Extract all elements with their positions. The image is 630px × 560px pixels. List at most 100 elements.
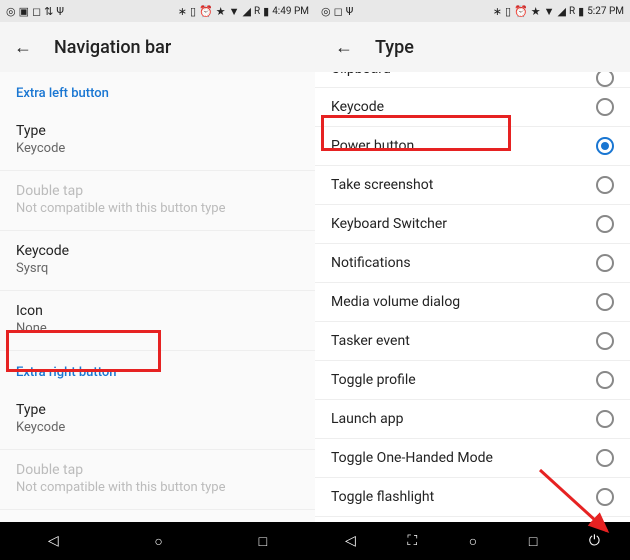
clock-label: 4:49 PM: [272, 6, 309, 17]
sync-icon: ⇅: [44, 6, 53, 17]
row-type-sub: Keycode: [16, 141, 299, 156]
option-label: Keycode: [331, 99, 384, 115]
row-doubletap2-title: Double tap: [16, 462, 299, 478]
option-row[interactable]: Media volume dialog: [315, 283, 630, 322]
nav-bar: ◁ ○ □: [0, 522, 315, 560]
row-keycode2[interactable]: Keycode Power: [0, 510, 315, 522]
signal-icon: ◢: [557, 6, 565, 17]
radio-icon[interactable]: [596, 72, 614, 87]
radio-icon[interactable]: [596, 410, 614, 428]
option-label: Keyboard Switcher: [331, 216, 447, 232]
radio-icon[interactable]: [596, 137, 614, 155]
option-row[interactable]: Notifications: [315, 244, 630, 283]
option-row[interactable]: Toggle One-Handed Mode: [315, 439, 630, 478]
option-row[interactable]: Keyboard Switcher: [315, 205, 630, 244]
clock-label: 5:27 PM: [587, 6, 624, 17]
wifi-icon: ▼: [229, 6, 240, 17]
row-keycode[interactable]: Keycode Sysrq: [0, 231, 315, 291]
row-doubletap-title: Double tap: [16, 183, 299, 199]
content[interactable]: Clipboard Keycode Power button Take screens…: [315, 72, 630, 522]
option-row[interactable]: Toggle profile: [315, 361, 630, 400]
content[interactable]: Extra left button Type Keycode Double ta…: [0, 72, 315, 522]
screen-right: ◎ ◻ Ψ ∗ ▯ ⏰ ★ ▼ ◢ R ▮ 5:27 PM ← Type Cli…: [315, 0, 630, 560]
section-extra-right: Extra right button: [0, 351, 315, 390]
vibrate-icon: ▯: [505, 6, 511, 17]
row-type2-sub: Keycode: [16, 420, 299, 435]
target-icon: ◎: [321, 6, 331, 17]
radio-icon[interactable]: [596, 293, 614, 311]
radio-icon[interactable]: [596, 176, 614, 194]
page-title: Navigation bar: [54, 37, 171, 58]
cloud-icon: ◻: [32, 6, 41, 17]
star-icon: ★: [531, 6, 541, 17]
nav-home-icon[interactable]: ○: [154, 533, 162, 550]
option-row[interactable]: Toggle flashlight: [315, 478, 630, 517]
nav-home-icon[interactable]: ○: [469, 533, 477, 550]
option-label: Media volume dialog: [331, 294, 460, 310]
option-label: Notifications: [331, 255, 411, 271]
option-label: Power button: [331, 138, 414, 154]
back-icon[interactable]: ←: [335, 37, 353, 58]
signal-icon: ◢: [242, 6, 250, 17]
battery-icon: ▮: [578, 6, 584, 17]
image-icon: ▣: [19, 6, 29, 17]
battery-icon: ▮: [263, 6, 269, 17]
status-right: ∗ ▯ ⏰ ★ ▼ ◢ R ▮ 4:49 PM: [178, 6, 309, 17]
cloud-icon: ◻: [334, 6, 343, 17]
status-right: ∗ ▯ ⏰ ★ ▼ ◢ R ▮ 5:27 PM: [493, 6, 624, 17]
network-label: R: [254, 6, 260, 17]
screen-left: ◎ ▣ ◻ ⇅ Ψ ∗ ▯ ⏰ ★ ▼ ◢ R ▮ 4:49 PM ← Navi…: [0, 0, 315, 560]
status-bar: ◎ ▣ ◻ ⇅ Ψ ∗ ▯ ⏰ ★ ▼ ◢ R ▮ 4:49 PM: [0, 0, 315, 22]
nav-back-icon[interactable]: ◁: [345, 533, 356, 549]
nav-recent-icon[interactable]: □: [529, 533, 537, 550]
status-left: ◎ ◻ Ψ: [321, 6, 353, 17]
option-row[interactable]: Clipboard: [315, 72, 630, 88]
nav-recent-icon[interactable]: □: [259, 533, 267, 550]
radio-icon[interactable]: [596, 215, 614, 233]
radio-icon[interactable]: [596, 254, 614, 272]
nav-power-icon[interactable]: ⏻: [589, 533, 600, 549]
row-doubletap2-sub: Not compatible with this button type: [16, 480, 299, 495]
row-type2[interactable]: Type Keycode: [0, 390, 315, 450]
option-label: Toggle One-Handed Mode: [331, 450, 493, 466]
option-label: Tasker event: [331, 333, 410, 349]
back-icon[interactable]: ←: [14, 37, 32, 58]
option-label: Clipboard: [331, 72, 391, 77]
usb-icon: Ψ: [346, 6, 354, 17]
radio-icon[interactable]: [596, 371, 614, 389]
star-icon: ★: [216, 6, 226, 17]
option-row[interactable]: Tasker event: [315, 322, 630, 361]
usb-icon: Ψ: [56, 6, 64, 17]
row-icon-sub: None: [16, 321, 299, 336]
nav-back-icon[interactable]: ◁: [48, 533, 59, 549]
row-type-title: Type: [16, 123, 299, 139]
option-row[interactable]: Launch app: [315, 400, 630, 439]
row-icon-title: Icon: [16, 303, 299, 319]
network-label: R: [569, 6, 575, 17]
option-row[interactable]: Power button: [315, 127, 630, 166]
alarm-icon: ⏰: [199, 6, 213, 17]
option-row[interactable]: Take screenshot: [315, 166, 630, 205]
radio-icon[interactable]: [596, 332, 614, 350]
section-extra-left: Extra left button: [0, 72, 315, 111]
nav-fullscreen-icon[interactable]: ⛶: [407, 533, 417, 549]
row-type2-title: Type: [16, 402, 299, 418]
page-title: Type: [375, 37, 414, 58]
row-doubletap: Double tap Not compatible with this butt…: [0, 171, 315, 231]
vibrate-icon: ▯: [190, 6, 196, 17]
nav-bar: ◁ ⛶ ○ □ ⏻: [315, 522, 630, 560]
row-type[interactable]: Type Keycode: [0, 111, 315, 171]
radio-icon[interactable]: [596, 449, 614, 467]
row-icon[interactable]: Icon None: [0, 291, 315, 351]
alarm-icon: ⏰: [514, 6, 528, 17]
status-left: ◎ ▣ ◻ ⇅ Ψ: [6, 6, 64, 17]
bt-icon: ∗: [493, 6, 502, 17]
option-label: Toggle flashlight: [331, 489, 434, 505]
option-row[interactable]: Keycode: [315, 88, 630, 127]
radio-icon[interactable]: [596, 488, 614, 506]
row-keycode-title: Keycode: [16, 243, 299, 259]
target-icon: ◎: [6, 6, 16, 17]
radio-icon[interactable]: [596, 98, 614, 116]
row-doubletap-sub: Not compatible with this button type: [16, 201, 299, 216]
option-label: Launch app: [331, 411, 403, 427]
